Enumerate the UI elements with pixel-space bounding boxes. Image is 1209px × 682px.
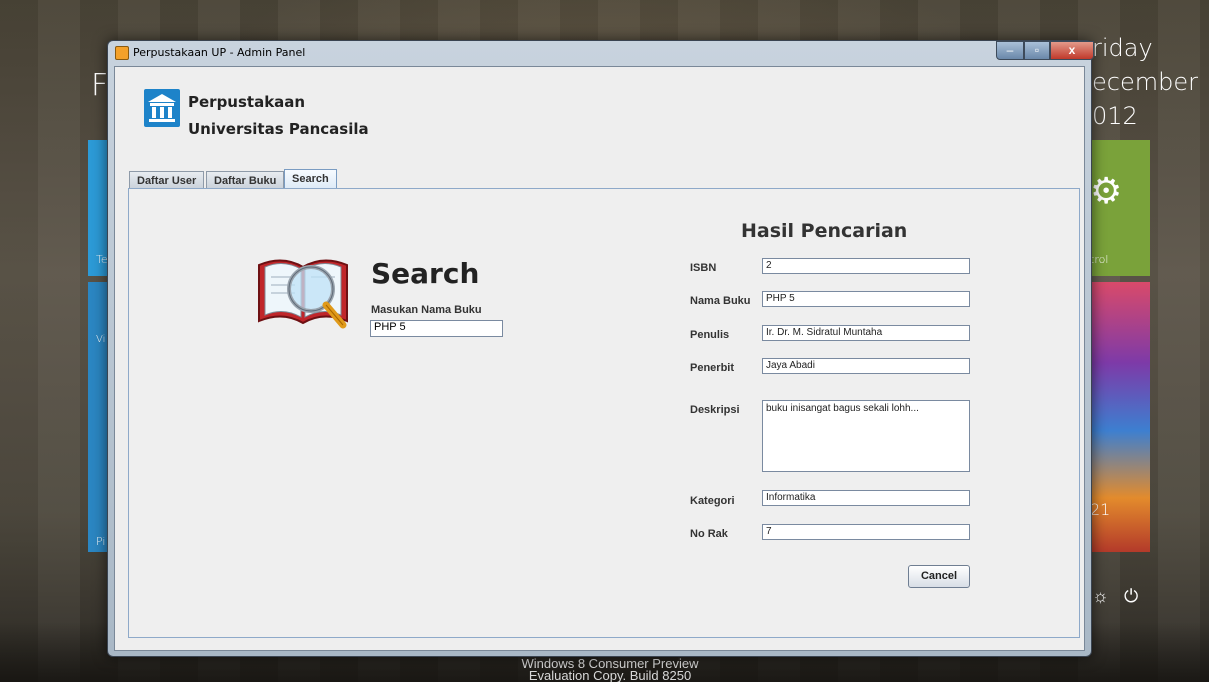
close-button[interactable]: x (1050, 41, 1094, 60)
lockscreen-day: riday (1092, 34, 1153, 62)
tab-daftar-buku[interactable]: Daftar Buku (206, 171, 285, 189)
minimize-icon: – (1006, 43, 1014, 57)
tab-search[interactable]: Search (284, 169, 337, 190)
build-watermark-line2: Evaluation Copy. Build 8250 (528, 668, 692, 682)
nama-buku-label: Nama Buku (690, 295, 751, 307)
cancel-button[interactable]: Cancel (908, 565, 970, 588)
deskripsi-field[interactable]: buku inisangat bagus sekali lohh... (762, 400, 970, 472)
window-content: Perpustakaan Universitas Pancasila Dafta… (114, 66, 1085, 651)
window-title: Perpustakaan UP - Admin Panel (133, 46, 306, 59)
library-name-line2: Universitas Pancasila (188, 120, 369, 138)
close-icon: x (1068, 43, 1076, 57)
no-rak-field[interactable]: 7 (762, 524, 970, 540)
maximize-button[interactable]: ▫ (1024, 41, 1050, 60)
ease-of-access-icon[interactable]: ☼ (1092, 586, 1109, 607)
background-letter: F (91, 68, 109, 103)
nama-buku-field[interactable]: PHP 5 (762, 291, 970, 307)
no-rak-label: No Rak (690, 528, 728, 540)
deskripsi-label: Deskripsi (690, 404, 740, 416)
lockscreen-month: ecember (1092, 68, 1198, 96)
library-name-line1: Perpustakaan (188, 93, 306, 111)
penerbit-field[interactable]: Jaya Abadi (762, 358, 970, 374)
admin-panel-window: Perpustakaan UP - Admin Panel – ▫ x Perp… (107, 40, 1094, 657)
search-heading: Search (371, 257, 480, 290)
gear-icon: ⚙ (1090, 170, 1123, 211)
isbn-label: ISBN (690, 262, 717, 274)
kategori-field[interactable]: Informatika (762, 490, 970, 506)
results-heading: Hasil Pencarian (741, 220, 908, 242)
penulis-label: Penulis (690, 329, 730, 341)
title-bar[interactable]: Perpustakaan UP - Admin Panel – ▫ x (108, 41, 1094, 65)
isbn-field[interactable]: 2 (762, 258, 970, 274)
maximize-icon: ▫ (1034, 43, 1040, 57)
university-building-icon (144, 89, 180, 127)
search-label: Masukan Nama Buku (371, 304, 482, 316)
photo-tile-number: 21 (1090, 500, 1111, 519)
penerbit-label: Penerbit (690, 362, 735, 374)
search-input[interactable]: PHP 5 (370, 320, 503, 337)
tile-left-label-1: Te (96, 253, 108, 266)
control-panel-tile-label: trol (1090, 253, 1109, 266)
tile-left-label-2: Vi (96, 334, 106, 345)
tile-left-label-3: Pi (96, 535, 106, 548)
tab-daftar-user[interactable]: Daftar User (129, 171, 205, 189)
java-app-icon (115, 46, 129, 60)
minimize-button[interactable]: – (996, 41, 1024, 60)
power-icon[interactable]: ⏻ (1124, 586, 1138, 607)
penulis-field[interactable]: Ir. Dr. M. Sidratul Muntaha (762, 325, 970, 341)
kategori-label: Kategori (690, 495, 735, 507)
book-magnifier-icon (253, 247, 353, 339)
lockscreen-year: 012 (1092, 102, 1138, 130)
